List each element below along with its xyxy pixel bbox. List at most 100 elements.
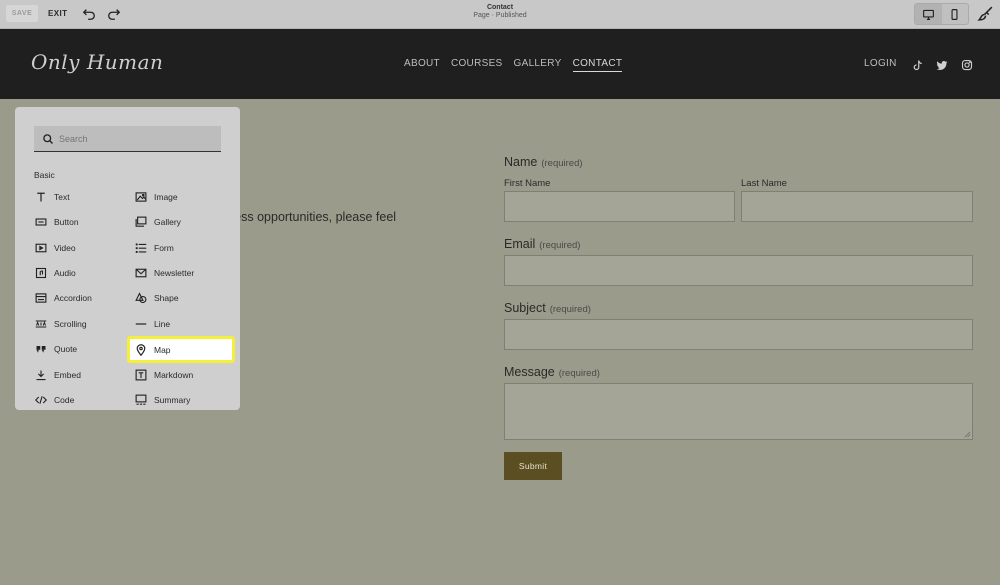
tiktok-icon[interactable] xyxy=(912,58,924,71)
block-audio[interactable]: Audio xyxy=(34,262,126,284)
block-label: Form xyxy=(154,243,174,253)
message-label: Message (required) xyxy=(504,365,600,379)
editor-toolbar: SAVE EXIT Contact Page · Published xyxy=(0,0,1000,29)
block-embed[interactable]: Embed xyxy=(34,364,126,386)
search-icon xyxy=(43,133,53,144)
block-label: Embed xyxy=(54,370,81,380)
first-name-input[interactable] xyxy=(504,191,735,222)
mobile-icon xyxy=(951,8,958,20)
subject-label: Subject (required) xyxy=(504,301,591,315)
block-label: Map xyxy=(154,344,171,355)
block-image[interactable]: Image xyxy=(134,186,232,208)
line-icon xyxy=(134,318,147,331)
paintbrush-icon[interactable] xyxy=(977,5,994,22)
email-input[interactable] xyxy=(504,255,973,286)
section-title: Basic xyxy=(34,170,55,180)
site-logo[interactable]: Only Human xyxy=(31,50,163,74)
block-label: Line xyxy=(154,319,171,329)
summary-icon xyxy=(134,394,147,407)
block-label: Summary xyxy=(154,395,191,405)
subject-label-text: Subject xyxy=(504,301,546,315)
last-name-input[interactable] xyxy=(741,191,973,222)
submit-button[interactable]: Submit xyxy=(504,452,562,480)
block-label: Button xyxy=(54,217,79,227)
search-input[interactable] xyxy=(59,133,209,144)
nav-item-gallery[interactable]: GALLERY xyxy=(514,58,562,72)
desktop-view-button[interactable] xyxy=(915,4,942,24)
block-shape[interactable]: Shape xyxy=(134,287,232,309)
block-label: Gallery xyxy=(154,217,181,227)
message-textarea[interactable] xyxy=(504,383,973,440)
page-info: Contact Page · Published xyxy=(0,4,1000,19)
image-icon xyxy=(134,191,147,204)
gallery-icon xyxy=(134,216,147,229)
embed-icon xyxy=(34,369,47,382)
email-label: Email (required) xyxy=(504,237,580,251)
block-markdown[interactable]: Markdown xyxy=(134,364,232,386)
audio-icon xyxy=(34,267,47,280)
block-label: Audio xyxy=(54,268,76,278)
main-nav: ABOUT COURSES GALLERY CONTACT xyxy=(404,58,633,72)
markdown-icon xyxy=(134,369,147,382)
shape-icon xyxy=(134,292,147,305)
block-form[interactable]: Form xyxy=(134,237,232,259)
scrolling-icon xyxy=(34,318,47,331)
block-code[interactable]: Code xyxy=(34,389,126,410)
video-icon xyxy=(34,242,47,255)
block-video[interactable]: Video xyxy=(34,237,126,259)
map-pin-icon xyxy=(134,343,147,356)
name-label: Name (required) xyxy=(504,155,583,169)
block-gallery[interactable]: Gallery xyxy=(134,211,232,233)
block-label: Quote xyxy=(54,344,78,354)
text-icon xyxy=(34,191,47,204)
code-icon xyxy=(34,394,47,407)
quote-icon xyxy=(34,343,47,356)
subject-input[interactable] xyxy=(504,319,973,350)
block-newsletter[interactable]: Newsletter xyxy=(134,262,232,284)
required-hint: (required) xyxy=(558,368,600,379)
site-header: Only Human ABOUT COURSES GALLERY CONTACT… xyxy=(0,29,1000,99)
block-line[interactable]: Line xyxy=(134,313,232,335)
required-hint: (required) xyxy=(539,240,581,251)
block-summary[interactable]: Summary xyxy=(134,389,232,410)
required-hint: (required) xyxy=(541,158,583,169)
button-icon xyxy=(34,216,47,229)
block-scrolling[interactable]: Scrolling xyxy=(34,313,126,335)
block-accordion[interactable]: Accordion xyxy=(34,287,126,309)
page-title: Contact xyxy=(486,4,514,11)
contact-intro-text: ress opportunities, please feel xyxy=(230,210,397,224)
nav-item-contact[interactable]: CONTACT xyxy=(572,58,623,72)
block-quote[interactable]: Quote xyxy=(34,338,126,360)
block-label: Text xyxy=(54,192,70,202)
mobile-view-button[interactable] xyxy=(942,4,969,24)
block-label: Image xyxy=(154,192,178,202)
last-name-label: Last Name xyxy=(741,178,787,189)
desktop-icon xyxy=(922,9,934,20)
device-toggle xyxy=(914,3,969,25)
accordion-icon xyxy=(34,292,47,305)
login-link[interactable]: LOGIN xyxy=(864,58,897,69)
block-text[interactable]: Text xyxy=(34,186,126,208)
block-label: Markdown xyxy=(154,370,194,380)
add-block-panel: Basic Text Button Video Audio Accordion … xyxy=(15,107,240,410)
first-name-label: First Name xyxy=(504,178,551,189)
block-label: Code xyxy=(54,395,75,405)
block-label: Video xyxy=(54,243,76,253)
block-map[interactable]: Map xyxy=(127,336,235,363)
block-label: Newsletter xyxy=(154,268,195,278)
block-search[interactable] xyxy=(34,126,221,152)
twitter-icon[interactable] xyxy=(936,58,948,70)
instagram-icon[interactable] xyxy=(961,58,973,71)
page-status: Page · Published xyxy=(473,12,527,19)
email-label-text: Email xyxy=(504,237,536,251)
required-hint: (required) xyxy=(549,304,591,315)
nav-item-about[interactable]: ABOUT xyxy=(404,58,440,72)
block-label: Shape xyxy=(154,293,179,303)
block-button[interactable]: Button xyxy=(34,211,126,233)
name-label-text: Name xyxy=(504,155,538,169)
nav-item-courses[interactable]: COURSES xyxy=(451,58,503,72)
message-label-text: Message xyxy=(504,365,555,379)
newsletter-icon xyxy=(134,267,147,280)
resize-handle-icon[interactable] xyxy=(964,431,971,438)
block-label: Accordion xyxy=(54,293,92,303)
